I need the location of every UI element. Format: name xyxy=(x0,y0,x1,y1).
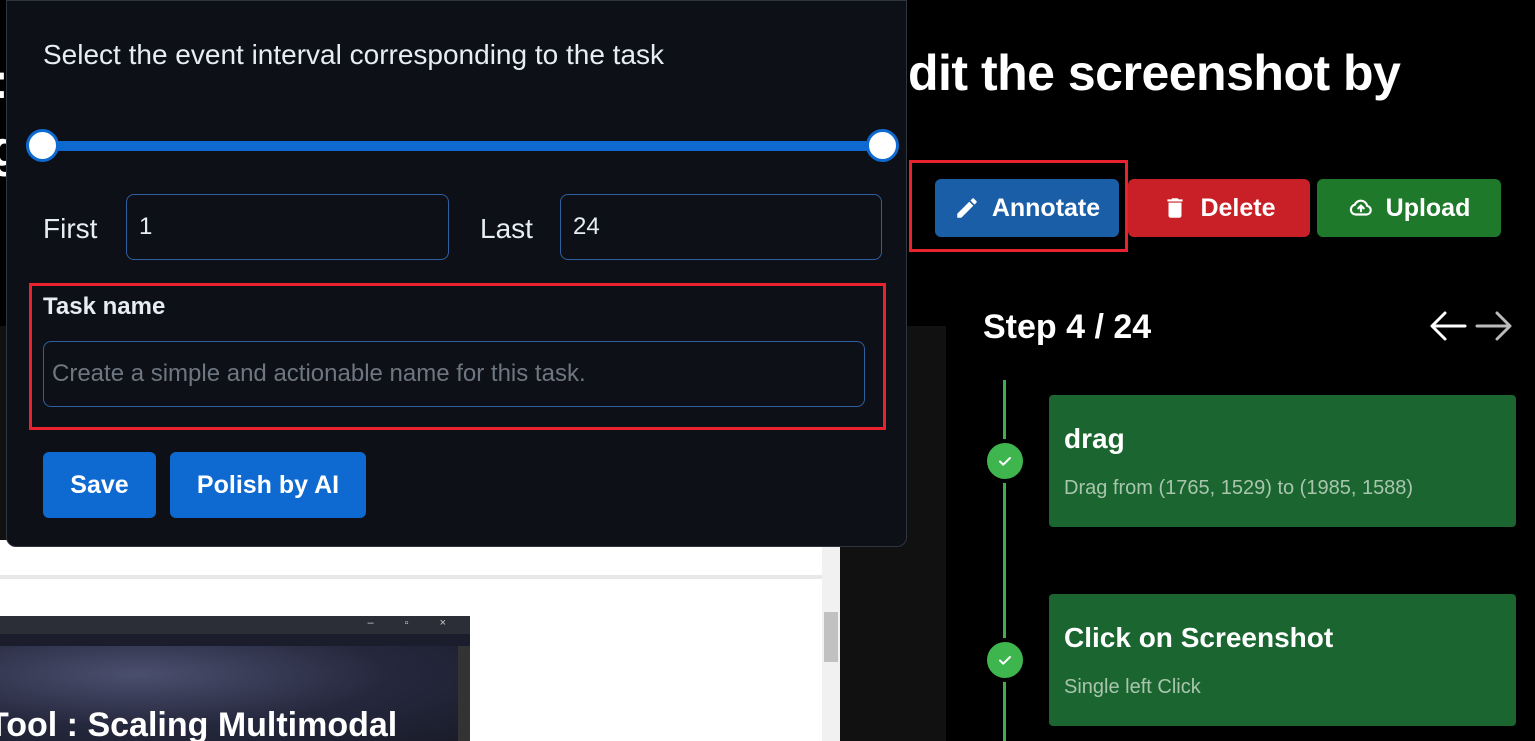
preview-window-text: Tool : Scaling Multimodal xyxy=(0,706,398,741)
event-interval-dialog: Select the event interval corresponding … xyxy=(6,0,907,547)
step-card[interactable]: Click on Screenshot Single left Click xyxy=(1049,594,1516,726)
delete-button-label: Delete xyxy=(1200,193,1276,222)
annotate-button[interactable]: Annotate xyxy=(935,179,1119,237)
preview-window-titlebar: – ▫ × xyxy=(0,616,470,634)
step-card[interactable]: drag Drag from (1765, 1529) to (1985, 15… xyxy=(1049,395,1516,527)
step-description: Drag from (1765, 1529) to (1985, 1588) xyxy=(1064,477,1414,499)
step-check-icon xyxy=(983,638,1027,682)
interval-slider-track[interactable] xyxy=(43,141,883,151)
preview-divider xyxy=(0,575,822,579)
slider-start-handle[interactable] xyxy=(26,129,59,162)
polish-by-ai-button[interactable]: Polish by AI xyxy=(170,452,366,518)
upload-button-label: Upload xyxy=(1385,193,1471,222)
slider-end-handle[interactable] xyxy=(866,129,899,162)
task-name-label: Task name xyxy=(43,293,166,320)
save-button[interactable]: Save xyxy=(43,452,156,518)
last-label: Last xyxy=(480,213,533,244)
step-counter: Step 4 / 24 xyxy=(983,308,1152,346)
pencil-icon xyxy=(957,198,977,218)
last-input[interactable] xyxy=(560,194,882,260)
task-name-input[interactable] xyxy=(43,341,865,407)
step-check-icon xyxy=(983,439,1027,483)
arrow-left-icon[interactable] xyxy=(1428,308,1468,344)
cloud-upload-icon xyxy=(1349,199,1372,216)
dialog-title: Select the event interval corresponding … xyxy=(43,39,665,70)
page: – ▫ × Tool : Scaling Multimodal : g dit … xyxy=(0,0,1535,741)
arrow-right-icon[interactable] xyxy=(1474,308,1514,344)
preview-window-scrollbar xyxy=(458,646,470,741)
step-description: Single left Click xyxy=(1064,676,1201,698)
timeline-line xyxy=(1003,380,1006,741)
preview-scrollbar-thumb[interactable] xyxy=(824,612,838,662)
trash-icon xyxy=(1167,198,1184,218)
step-name: drag xyxy=(1064,423,1125,454)
first-label: First xyxy=(43,213,98,244)
delete-button[interactable]: Delete xyxy=(1128,179,1310,237)
first-input[interactable] xyxy=(126,194,449,260)
preview-window: – ▫ × Tool : Scaling Multimodal xyxy=(0,616,470,741)
preview-window-controls: – ▫ × xyxy=(367,617,460,629)
page-title: dit the screenshot by xyxy=(908,45,1401,101)
upload-button[interactable]: Upload xyxy=(1317,179,1501,237)
annotate-button-label: Annotate xyxy=(991,193,1101,222)
step-name: Click on Screenshot xyxy=(1064,622,1334,653)
